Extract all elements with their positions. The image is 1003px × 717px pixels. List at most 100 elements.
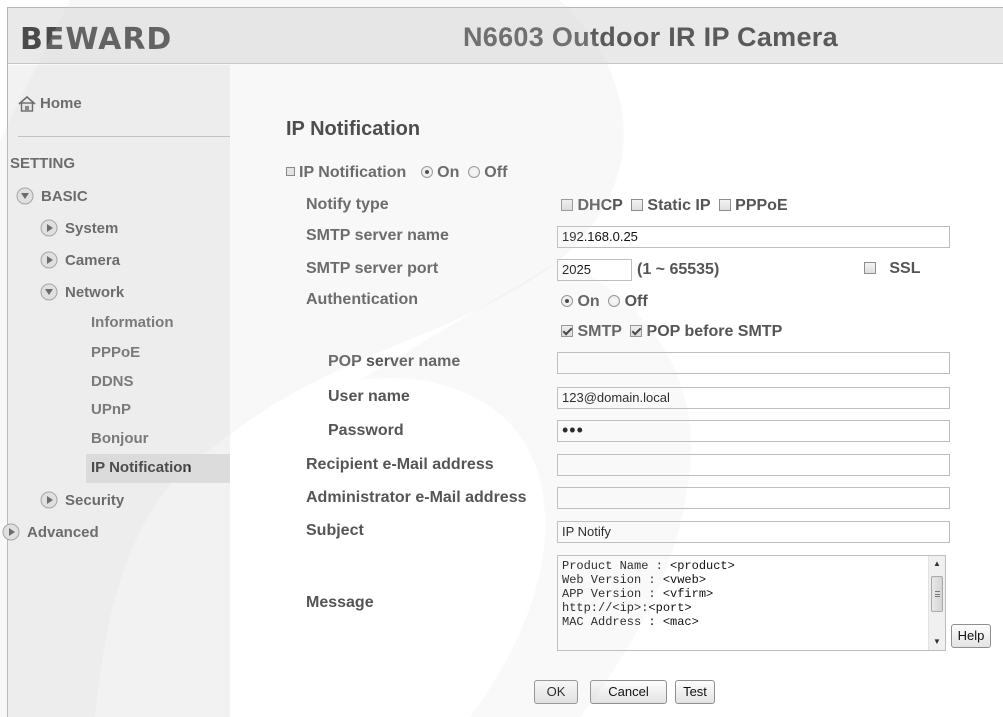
brand-logo: BEWARD — [20, 22, 173, 57]
scroll-thumb[interactable] — [931, 576, 943, 612]
dhcp-label: DHCP — [577, 197, 623, 214]
dhcp-option[interactable]: DHCP — [561, 197, 623, 214]
ssl-checkbox[interactable] — [864, 262, 876, 274]
subject-label: Subject — [306, 522, 364, 539]
admin-email-input[interactable] — [557, 487, 950, 509]
pop-server-name-label: POP server name — [328, 353, 461, 370]
ip-notification-off[interactable]: Off — [467, 164, 508, 181]
radio-auth-off[interactable] — [608, 295, 621, 307]
sidebar-item-label: Camera — [65, 251, 121, 269]
radio-on-label: On — [437, 164, 460, 181]
ip-notification-label: IP Notification — [299, 164, 407, 181]
pppoe-option[interactable]: PPPoE — [718, 197, 788, 214]
home-label: Home — [40, 95, 82, 112]
sidebar-item-bonjour[interactable]: Bonjour — [91, 430, 149, 447]
ssl-label: SSL — [889, 260, 921, 277]
scroll-up-icon[interactable]: ▲ — [929, 556, 945, 572]
authentication-label: Authentication — [306, 291, 418, 308]
pop-before-smtp-label: POP before SMTP — [646, 323, 783, 340]
smtp-server-name-input[interactable]: 192.168.0.25 — [557, 226, 950, 248]
sidebar-item-network[interactable]: Network — [40, 281, 124, 303]
pop-before-smtp-option[interactable]: POP before SMTP — [630, 323, 782, 340]
notify-type-label: Notify type — [306, 196, 389, 213]
radio-auth-on[interactable] — [561, 295, 573, 307]
message-line: Product Name : <product> — [562, 559, 735, 573]
recipient-email-input[interactable] — [557, 454, 950, 476]
smtp-option[interactable]: SMTP — [561, 323, 622, 340]
sidebar: Home SETTING BASIC System Camera Network… — [2, 65, 230, 717]
sidebar-item-camera[interactable]: Camera — [40, 249, 120, 271]
sidebar-item-basic[interactable]: BASIC — [16, 185, 88, 207]
static-ip-option[interactable]: Static IP — [630, 197, 710, 214]
pop-before-smtp-checkbox[interactable] — [630, 325, 643, 337]
sidebar-item-advanced[interactable]: Advanced — [2, 521, 99, 543]
pppoe-label: PPPoE — [735, 197, 788, 214]
auth-on-label: On — [577, 293, 600, 310]
sidebar-item-security[interactable]: Security — [40, 489, 124, 511]
sidebar-item-pppoe[interactable]: PPPoE — [91, 344, 140, 361]
pop-server-name-input[interactable] — [557, 352, 950, 374]
ip-notification-on[interactable]: On — [420, 164, 460, 181]
chevron-right-icon — [40, 251, 58, 269]
scroll-down-icon[interactable]: ▼ — [929, 634, 945, 650]
sidebar-item-ip-notification[interactable]: IP Notification — [91, 459, 192, 476]
test-button[interactable]: Test — [675, 680, 715, 704]
recipient-email-label: Recipient e-Mail address — [306, 456, 494, 473]
smtp-server-name-label: SMTP server name — [306, 227, 449, 244]
header-bar: BEWARD N6603 Outdoor IR IP Camera — [8, 8, 1003, 64]
authentication-radios: On Off — [561, 293, 648, 311]
divider — [18, 136, 230, 137]
radio-off-label: Off — [484, 164, 508, 181]
help-button[interactable]: Help — [951, 624, 991, 648]
setting-heading: SETTING — [10, 155, 76, 172]
pppoe-checkbox[interactable] — [718, 199, 731, 211]
product-title: N6603 Outdoor IR IP Camera — [463, 22, 838, 52]
radio-off[interactable] — [467, 166, 480, 178]
message-scrollbar[interactable]: ▲ ▼ — [928, 556, 945, 650]
smtp-server-port-label: SMTP server port — [306, 260, 439, 277]
admin-email-label: Administrator e-Mail address — [306, 489, 527, 506]
ok-button[interactable]: OK — [534, 680, 578, 704]
ip-notification-row: IP Notification On Off — [286, 164, 507, 182]
message-line: MAC Address : <mac> — [562, 615, 699, 629]
message-text: Product Name : <product> Web Version : <v… — [562, 559, 735, 629]
dhcp-checkbox[interactable] — [561, 199, 573, 211]
message-line: Web Version : <vweb> — [562, 573, 707, 587]
radio-on[interactable] — [420, 166, 433, 178]
sidebar-item-label: Advanced — [27, 523, 99, 541]
home-link[interactable]: Home — [18, 95, 82, 112]
message-line: APP Version : <vfirm> — [562, 587, 714, 601]
user-name-label: User name — [328, 388, 410, 405]
password-input[interactable]: ••• — [557, 420, 950, 442]
user-name-input[interactable]: 123@domain.local — [557, 387, 950, 409]
smtp-server-port-input[interactable]: 2025 — [557, 259, 632, 281]
auth-off[interactable]: Off — [608, 293, 648, 310]
message-label: Message — [306, 594, 374, 611]
notify-type-options: DHCP Static IP PPPoE — [561, 197, 788, 215]
password-label: Password — [328, 422, 404, 439]
ssl-option[interactable]: SSL — [864, 260, 920, 278]
smtp-checkbox[interactable] — [561, 325, 573, 337]
sidebar-item-label: System — [65, 219, 119, 237]
chevron-right-icon — [40, 491, 58, 509]
chevron-right-icon — [40, 219, 58, 237]
sidebar-item-ddns[interactable]: DDNS — [91, 373, 134, 390]
sidebar-item-label: Network — [65, 283, 125, 301]
sidebar-item-upnp[interactable]: UPnP — [91, 401, 131, 418]
auth-on[interactable]: On — [561, 293, 600, 310]
home-icon — [18, 95, 36, 112]
static-ip-checkbox[interactable] — [630, 199, 643, 211]
chevron-down-icon — [40, 283, 58, 301]
sidebar-item-label: Security — [65, 491, 125, 509]
chevron-down-icon — [16, 187, 34, 205]
bullet-icon — [286, 167, 295, 176]
subject-input[interactable]: IP Notify — [557, 521, 950, 543]
sidebar-item-system[interactable]: System — [40, 217, 118, 239]
message-textarea[interactable]: Product Name : <product> Web Version : <v… — [557, 555, 946, 651]
grip-icon — [935, 591, 940, 597]
chevron-right-icon — [2, 523, 20, 541]
sidebar-item-label: BASIC — [41, 187, 88, 205]
sidebar-item-information[interactable]: Information — [91, 314, 174, 331]
message-line: http://<ip>:<port> — [562, 601, 692, 615]
cancel-button[interactable]: Cancel — [590, 680, 667, 704]
